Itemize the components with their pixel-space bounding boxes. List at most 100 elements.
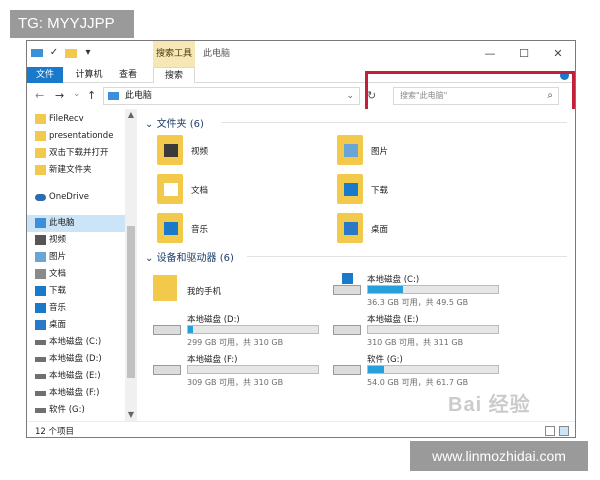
sidebar-item[interactable]: 文档: [27, 266, 125, 283]
sidebar-item[interactable]: 本地磁盘 (D:): [27, 351, 125, 368]
download-icon: [35, 286, 46, 296]
video-icon: [35, 235, 46, 245]
sidebar-item[interactable]: 视频: [27, 232, 125, 249]
folder-tile[interactable]: 音乐: [157, 213, 337, 245]
sidebar-item[interactable]: 桌面: [27, 317, 125, 334]
drive-tile[interactable]: 软件 (G:) 54.0 GB 可用，共 61.7 GB: [333, 353, 513, 391]
back-button[interactable]: ←: [35, 89, 44, 102]
search-tools-tab[interactable]: 搜索工具: [153, 41, 195, 67]
sidebar-item-label: 新建文件夹: [49, 165, 92, 175]
computer-icon: [35, 218, 46, 228]
drive-name: 我的手机: [187, 287, 222, 297]
sidebar-item[interactable]: 软件 (G:): [27, 402, 125, 419]
scroll-up-button[interactable]: ▲: [125, 109, 137, 121]
desktop-icon: [35, 320, 46, 330]
folder-overlay: [164, 183, 178, 196]
sidebar-item-label: 桌面: [49, 320, 67, 330]
chevron-down-icon[interactable]: ⌄: [346, 88, 354, 104]
sidebar-item-label: 视频: [49, 235, 67, 245]
sidebar-item[interactable]: 本地磁盘 (E:): [27, 368, 125, 385]
sidebar-item[interactable]: 音乐: [27, 300, 125, 317]
onedrive-icon: [35, 194, 46, 201]
chevron-down-icon: ⌄: [145, 253, 157, 264]
drive-tile[interactable]: 本地磁盘 (D:) 299 GB 可用，共 310 GB: [153, 313, 333, 351]
sidebar-item[interactable]: 此电脑: [27, 215, 125, 232]
address-field[interactable]: 此电脑 ⌄: [103, 87, 360, 105]
pictures-folder-icon: [337, 135, 363, 165]
drive-usage-bar: [367, 285, 499, 294]
sidebar-item[interactable]: 本地磁盘 (F:): [27, 385, 125, 402]
folder-label: 桌面: [371, 225, 389, 235]
tab-file[interactable]: 文件: [27, 67, 63, 83]
folder-tile[interactable]: 视频: [157, 135, 337, 167]
drive-icon: [35, 408, 46, 413]
window-title: 此电脑: [203, 49, 231, 59]
url-watermark: www.linmozhidai.com: [410, 441, 588, 471]
drive-name: 本地磁盘 (E:): [367, 315, 419, 325]
minimize-button[interactable]: —: [473, 41, 507, 67]
sidebar-item[interactable]: 双击下载并打开: [27, 145, 125, 162]
new-folder-icon[interactable]: [65, 49, 77, 58]
properties-icon[interactable]: ✓: [48, 47, 60, 59]
documents-icon: [35, 269, 46, 279]
folder-icon: [35, 148, 46, 158]
status-bar: 12 个项目: [27, 421, 575, 437]
computer-icon: [108, 91, 119, 100]
folder-icon: [35, 114, 46, 124]
drive-space-text: 310 GB 可用，共 311 GB: [367, 338, 464, 347]
drives-group-header[interactable]: ⌄ 设备和驱动器 (6): [145, 249, 234, 264]
folder-tile[interactable]: 图片: [337, 135, 517, 167]
sidebar-item[interactable]: FileRecv: [27, 111, 125, 128]
drive-usage-bar: [367, 325, 499, 334]
sidebar-item-label: 本地磁盘 (F:): [49, 388, 100, 398]
drive-tile[interactable]: 本地磁盘 (C:) 36.3 GB 可用，共 49.5 GB: [333, 273, 513, 311]
video-folder-icon: [157, 135, 183, 165]
drive-icon: [35, 357, 46, 362]
sidebar-item[interactable]: presentationde: [27, 128, 125, 145]
tab-search[interactable]: 搜索: [153, 67, 195, 83]
drive-icon: [35, 391, 46, 396]
tg-watermark: TG: MYYJJPP: [10, 10, 134, 38]
recent-locations-button[interactable]: ⌄: [73, 89, 81, 99]
folder-overlay: [164, 144, 178, 157]
sidebar-item[interactable]: 本地磁盘 (C:): [27, 334, 125, 351]
sidebar-item[interactable]: OneDrive: [27, 189, 125, 206]
drive-name: 本地磁盘 (F:): [187, 355, 238, 365]
drive-tile[interactable]: 本地磁盘 (F:) 309 GB 可用，共 310 GB: [153, 353, 333, 391]
details-view-icon[interactable]: [545, 426, 555, 436]
folder-overlay: [344, 183, 358, 196]
folder-label: 下载: [371, 186, 389, 196]
tab-view[interactable]: 查看: [113, 67, 143, 83]
computer-small-icon[interactable]: [31, 49, 43, 57]
drive-icon: [35, 374, 46, 379]
group-divider: [247, 256, 567, 257]
address-path: 此电脑: [124, 91, 152, 101]
item-count: 12 个项目: [35, 427, 75, 437]
download-folder-icon: [337, 174, 363, 204]
drive-tile[interactable]: 本地磁盘 (E:) 310 GB 可用，共 311 GB: [333, 313, 513, 351]
large-icons-view-icon[interactable]: [559, 426, 569, 436]
maximize-button[interactable]: ☐: [507, 41, 541, 67]
folder-tile[interactable]: 桌面: [337, 213, 517, 245]
drive-tile[interactable]: 我的手机: [153, 273, 333, 311]
tab-computer[interactable]: 计算机: [69, 67, 109, 83]
drive-space-text: 36.3 GB 可用，共 49.5 GB: [367, 298, 469, 307]
sidebar-item-label: 图片: [49, 252, 67, 262]
folders-group-header[interactable]: ⌄ 文件夹 (6): [145, 115, 204, 130]
up-button[interactable]: ↑: [87, 89, 96, 102]
scroll-down-button[interactable]: ▼: [125, 409, 137, 421]
folder-icon: [35, 131, 46, 141]
sidebar-item[interactable]: 图片: [27, 249, 125, 266]
folder-label: 音乐: [191, 225, 209, 235]
drive-usage-fill: [188, 326, 193, 333]
sidebar-item[interactable]: 新建文件夹: [27, 162, 125, 179]
group-divider: [221, 122, 567, 123]
nav-scrollbar-thumb[interactable]: [127, 226, 135, 378]
folder-tile[interactable]: 下载: [337, 174, 517, 206]
customize-dropdown-icon[interactable]: ▾: [82, 47, 94, 59]
sidebar-item[interactable]: 下载: [27, 283, 125, 300]
folder-tile[interactable]: 文档: [157, 174, 337, 206]
close-button[interactable]: ✕: [541, 41, 575, 67]
forward-button[interactable]: →: [55, 89, 64, 102]
drive-usage-bar: [367, 365, 499, 374]
